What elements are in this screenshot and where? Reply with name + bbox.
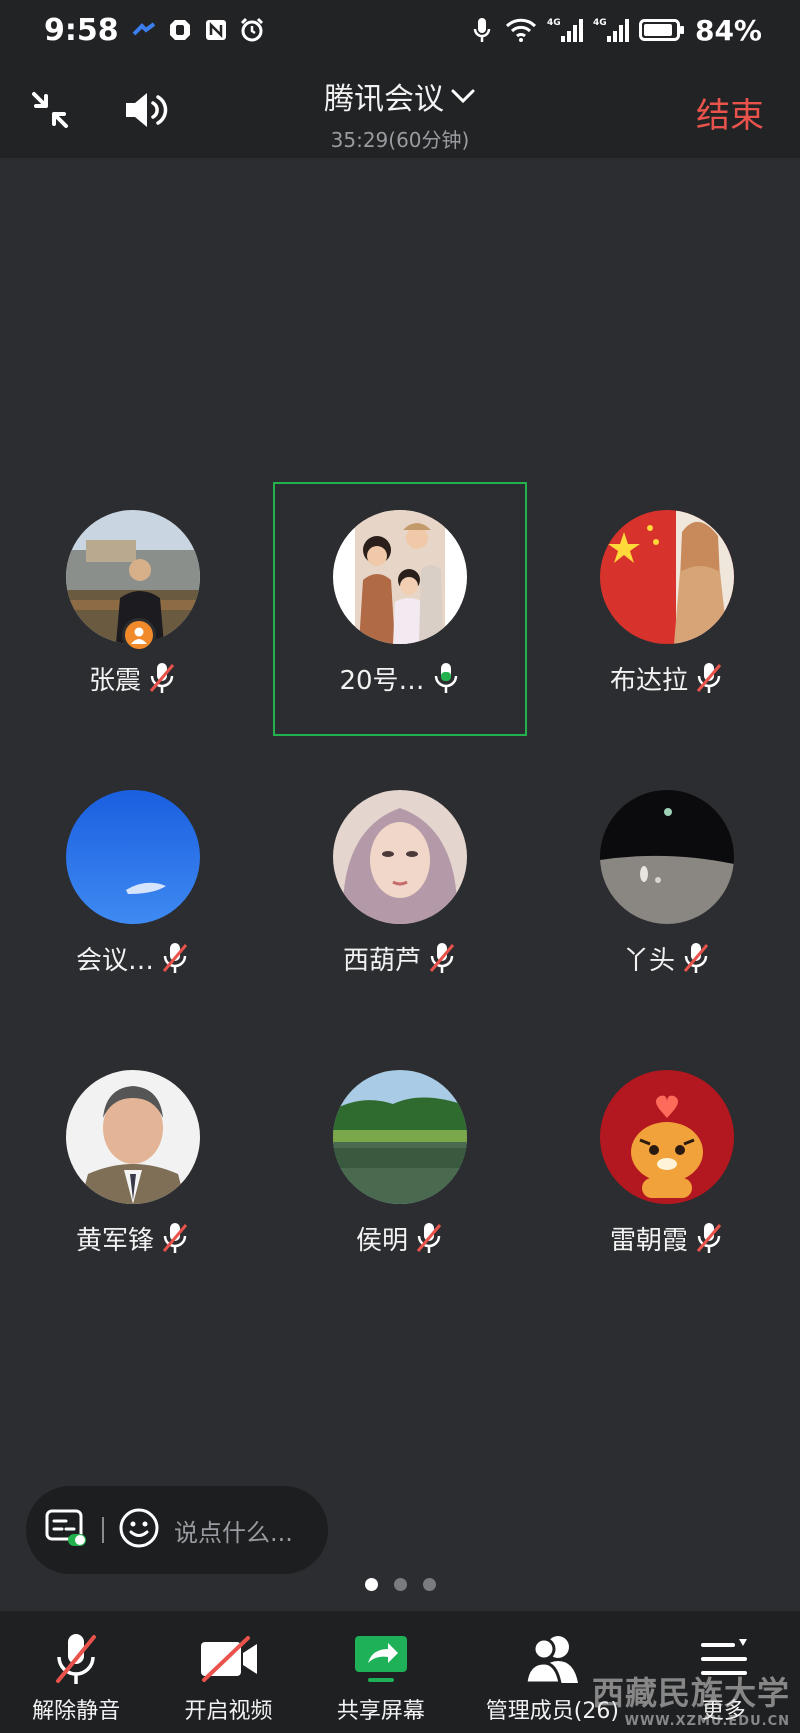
status-left: 9:58: [44, 13, 265, 48]
mic-muted-icon: [696, 663, 722, 693]
signal-4g-icon-1: 4G: [547, 17, 583, 43]
participant-tile[interactable]: 布达拉: [540, 480, 794, 734]
start-video-label: 开启视频: [184, 1699, 273, 1724]
mic-muted-icon: [696, 1223, 722, 1253]
participant-tile[interactable]: 丫头: [540, 760, 794, 1014]
mic-off-icon: [44, 1631, 108, 1687]
participant-tile[interactable]: 张震: [6, 480, 260, 734]
divider: [102, 1517, 104, 1543]
battery-percent: 84%: [694, 13, 762, 47]
share-screen-icon: [349, 1631, 413, 1687]
svg-text:4G: 4G: [593, 18, 607, 28]
participant-name-row: 会议…: [6, 938, 260, 978]
participant-tile[interactable]: 会议…: [6, 760, 260, 1014]
avatar: [66, 790, 200, 924]
participant-name-row: 西葫芦: [273, 938, 527, 978]
chat-placeholder[interactable]: 说点什么...: [174, 1513, 293, 1548]
meeting-title: 腾讯会议: [324, 82, 444, 117]
status-time: 9:58: [44, 12, 119, 48]
host-badge-icon: [122, 618, 156, 652]
participant-name: 会议…: [75, 945, 154, 976]
participant-tile[interactable]: 西葫芦: [273, 760, 527, 1014]
mic-muted-icon: [683, 943, 709, 973]
unmute-button[interactable]: 解除静音: [0, 1611, 152, 1733]
participant-tile[interactable]: 雷朝霞: [540, 1040, 794, 1294]
participant-name-row: 布达拉: [540, 658, 794, 698]
chat-input-bar[interactable]: 说点什么...: [26, 1486, 328, 1574]
camera-off-icon: [197, 1631, 261, 1687]
share-screen-label: 共享屏幕: [336, 1699, 425, 1724]
participant-name: 张震: [88, 665, 141, 696]
more-button[interactable]: 更多: [648, 1611, 800, 1733]
status-right: 4G 4G 84%: [469, 14, 762, 47]
page-dot[interactable]: [422, 1578, 436, 1591]
more-label: 更多: [701, 1699, 746, 1724]
subtitle-toggle-icon[interactable]: [44, 1508, 88, 1552]
hand-stop-icon: [167, 17, 193, 43]
signal-4g-icon-2: 4G: [593, 17, 629, 43]
alarm-icon: [239, 17, 265, 43]
participant-name-row: 黄军锋: [6, 1218, 260, 1258]
members-icon: [520, 1631, 584, 1687]
participant-name-row: 张震: [6, 658, 260, 698]
participant-tile[interactable]: 侯明: [273, 1040, 527, 1294]
avatar: [333, 1070, 467, 1204]
page-dot-active[interactable]: [364, 1578, 378, 1591]
avatar: [333, 510, 467, 644]
mic-muted-icon: [162, 943, 188, 973]
participant-name-row: 侯明: [273, 1218, 527, 1258]
participant-tile[interactable]: 黄军锋: [6, 1040, 260, 1294]
page-dot[interactable]: [393, 1578, 407, 1591]
avatar: [600, 1070, 734, 1204]
mic-muted-icon: [149, 663, 175, 693]
meeting-timer: 35:29(60分钟): [330, 128, 470, 152]
mic-muted-icon: [416, 1223, 442, 1253]
status-notification-icons: [131, 17, 265, 43]
participant-name-row: 20号…: [275, 658, 525, 698]
start-video-button[interactable]: 开启视频: [152, 1611, 304, 1733]
end-meeting-button[interactable]: 结束: [696, 88, 764, 137]
mic-active-icon: [434, 663, 457, 693]
participant-name: 丫头: [622, 945, 675, 976]
meeting-title-button[interactable]: 腾讯会议: [324, 74, 476, 118]
participant-name: 侯明: [355, 1225, 408, 1256]
participant-name: 雷朝霞: [609, 1225, 688, 1256]
chevron-down-icon: [451, 89, 475, 104]
unmute-label: 解除静音: [32, 1699, 121, 1724]
avatar: [600, 790, 734, 924]
meeting-header: 腾讯会议 35:29(60分钟) 结束: [0, 60, 800, 158]
app-notification-icon: [131, 17, 157, 43]
status-bar: 9:58 4G 4G 84%: [0, 0, 800, 60]
avatar: [66, 1070, 200, 1204]
page-indicator: [0, 1578, 800, 1591]
participant-name-row: 丫头: [540, 938, 794, 978]
emoji-icon[interactable]: [118, 1507, 160, 1553]
bottom-toolbar: 解除静音 开启视频 共享屏幕 管理成员(26) 更多: [0, 1611, 800, 1733]
avatar: [333, 790, 467, 924]
nfc-icon: [203, 17, 229, 43]
participant-tile[interactable]: 20号…: [273, 482, 527, 736]
participant-name: 西葫芦: [342, 945, 421, 976]
meeting-title-block: 腾讯会议 35:29(60分钟): [0, 74, 800, 153]
manage-members-button[interactable]: 管理成员(26): [457, 1611, 647, 1733]
microphone-indicator-icon: [469, 17, 495, 43]
more-menu-icon: [692, 1631, 756, 1687]
participant-name-row: 雷朝霞: [540, 1218, 794, 1258]
svg-text:4G: 4G: [547, 18, 561, 28]
participant-name: 黄军锋: [75, 1225, 154, 1256]
share-screen-button[interactable]: 共享屏幕: [305, 1611, 457, 1733]
manage-members-label: 管理成员(26): [485, 1699, 619, 1724]
avatar: [600, 510, 734, 644]
mic-muted-icon: [429, 943, 455, 973]
wifi-icon: [505, 17, 537, 43]
participant-name: 20号…: [339, 665, 425, 696]
participant-name: 布达拉: [609, 665, 688, 696]
mic-muted-icon: [162, 1223, 188, 1253]
battery-icon: [638, 17, 685, 43]
